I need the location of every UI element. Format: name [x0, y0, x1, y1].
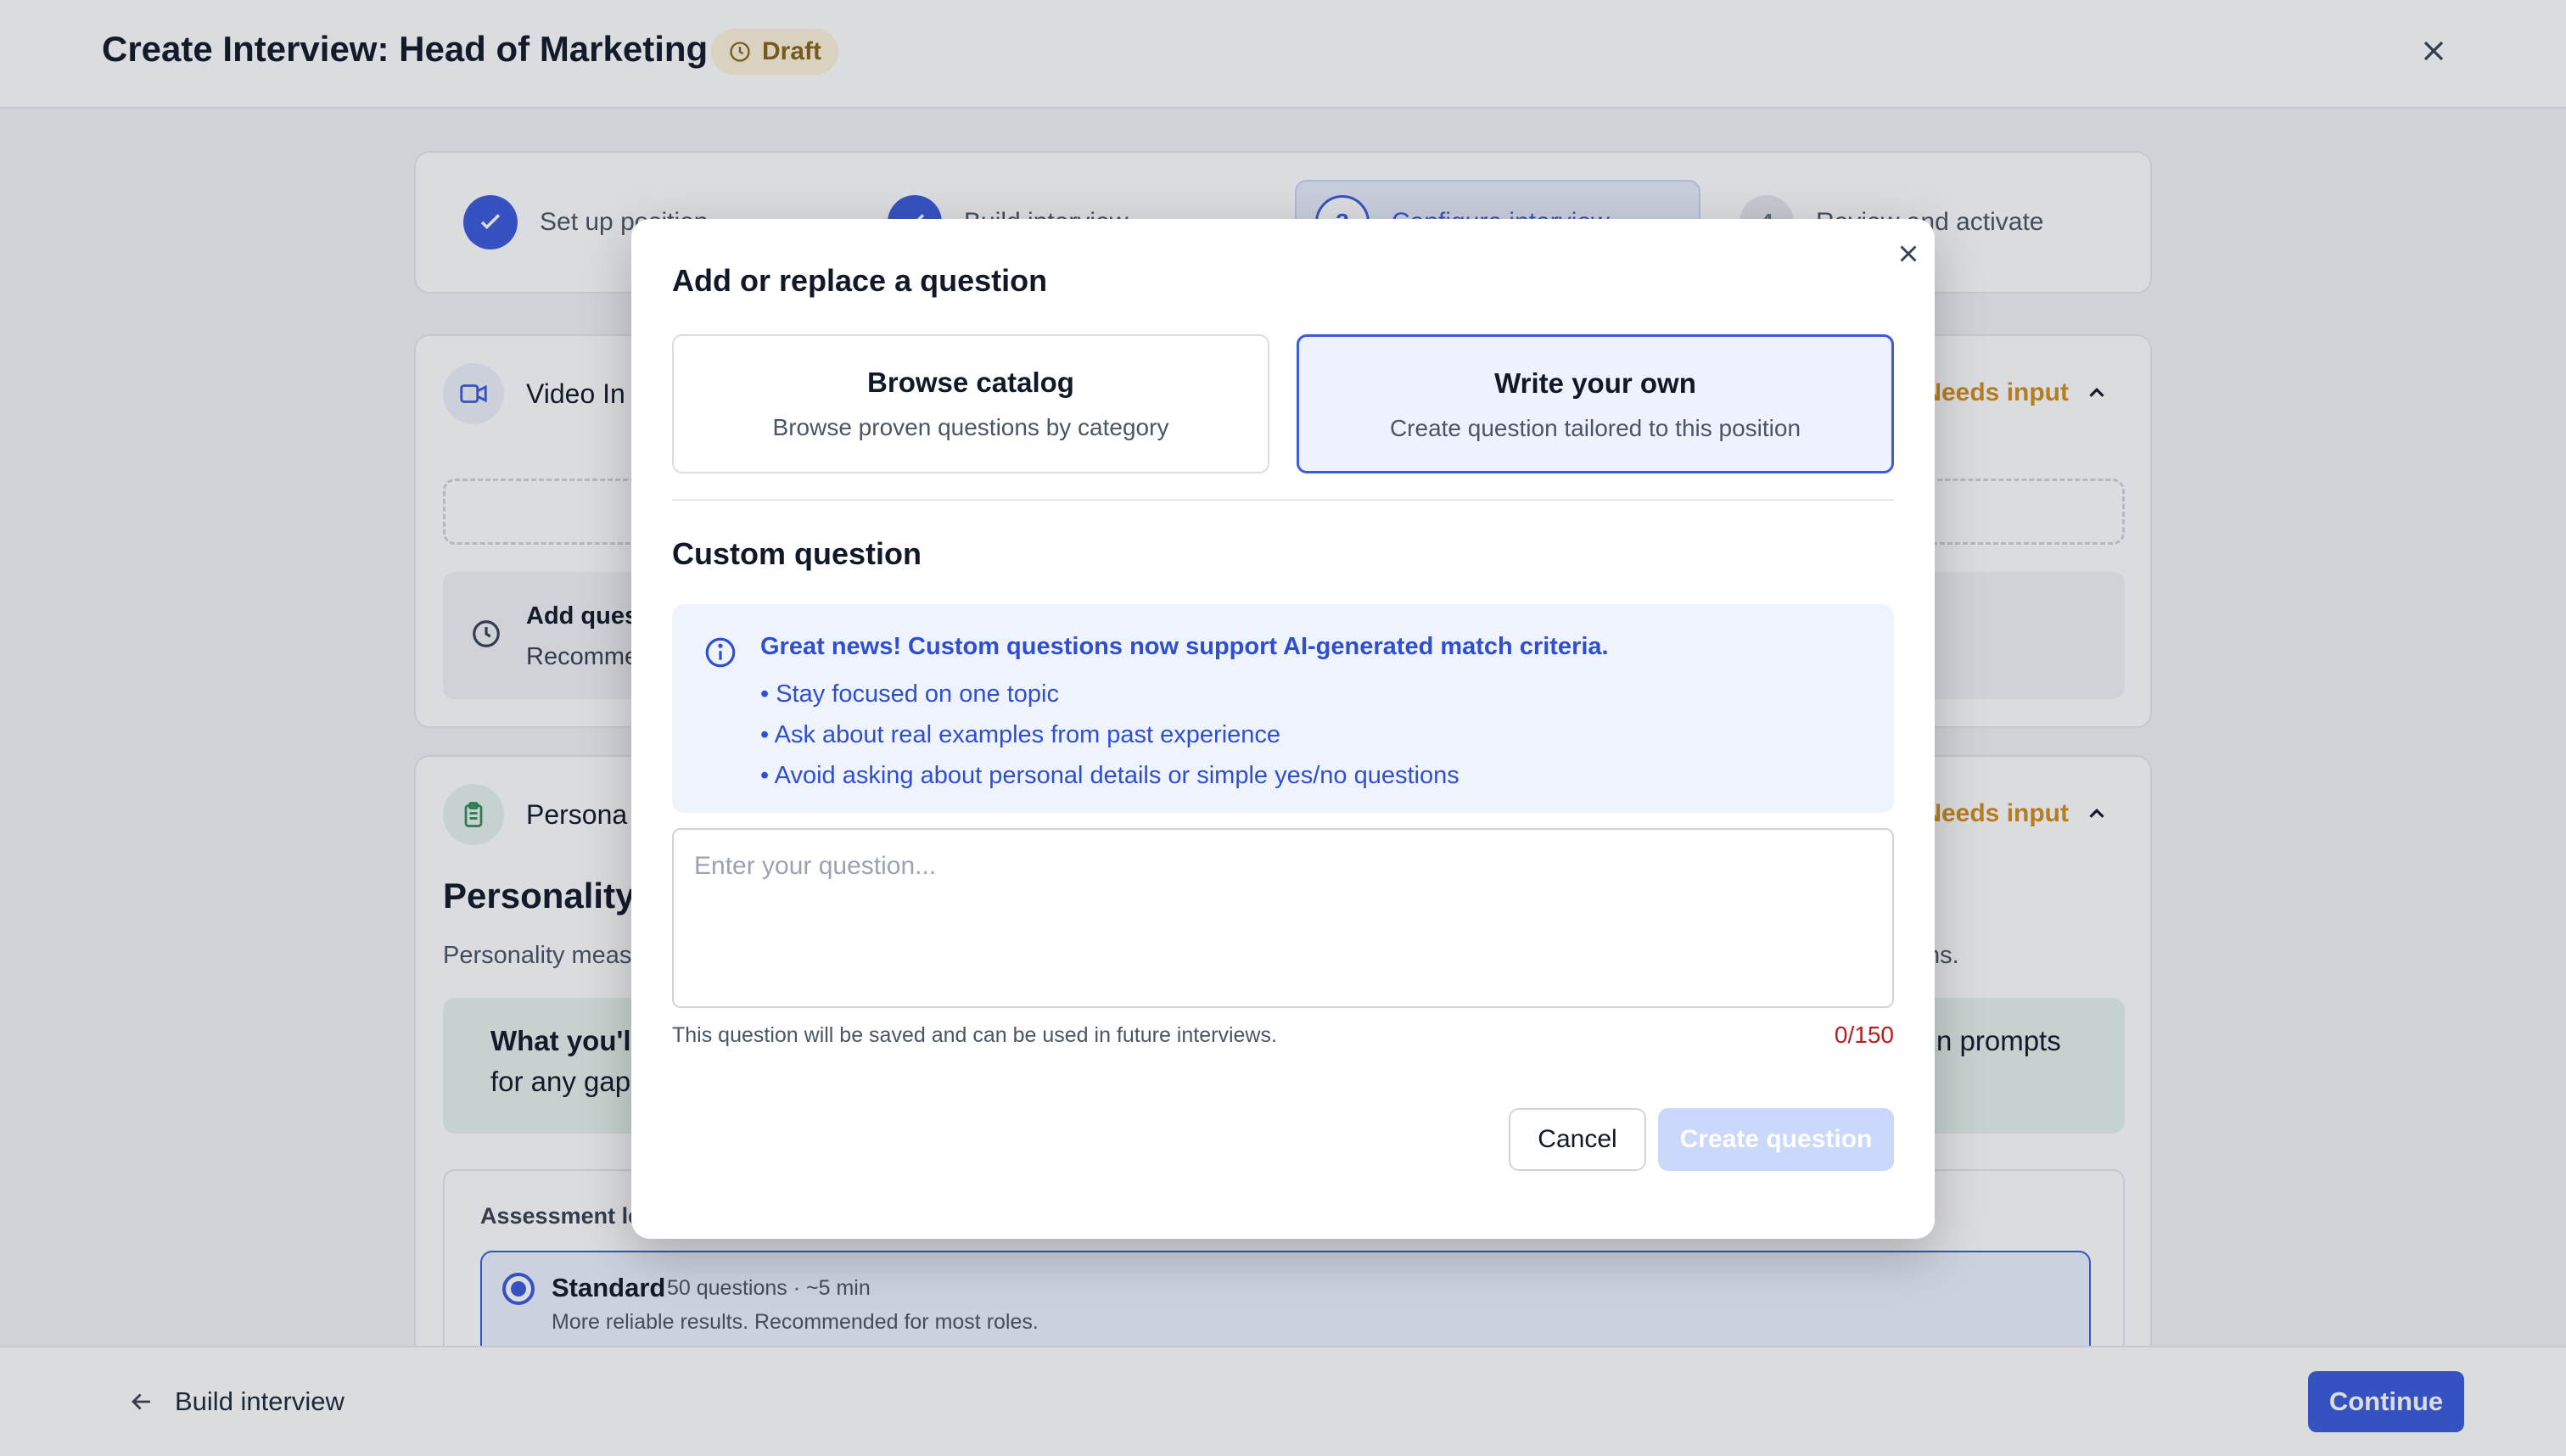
- browse-catalog-option[interactable]: Browse catalog Browse proven questions b…: [672, 334, 1269, 473]
- info-icon: [705, 637, 736, 668]
- helper-text: This question will be saved and can be u…: [672, 1023, 1277, 1047]
- info-bullet: Ask about real examples from past experi…: [760, 714, 1459, 755]
- write-your-own-option[interactable]: Write your own Create question tailored …: [1297, 334, 1894, 473]
- info-bullet: Stay focused on one topic: [760, 674, 1459, 714]
- modal-title: Add or replace a question: [672, 263, 1048, 298]
- option-subtitle: Browse proven questions by category: [772, 414, 1169, 440]
- question-input[interactable]: [672, 828, 1894, 1008]
- custom-question-heading: Custom question: [672, 536, 922, 571]
- close-icon[interactable]: [1894, 239, 1923, 268]
- info-headline: Great news! Custom questions now support…: [760, 633, 1609, 660]
- cancel-button[interactable]: Cancel: [1509, 1108, 1646, 1171]
- create-question-button[interactable]: Create question: [1658, 1108, 1894, 1171]
- option-title: Write your own: [1494, 367, 1696, 399]
- character-counter: 0/150: [1834, 1022, 1894, 1048]
- divider: [672, 499, 1894, 501]
- add-question-modal: Add or replace a question Browse catalog…: [631, 219, 1935, 1239]
- option-subtitle: Create question tailored to this positio…: [1389, 415, 1801, 441]
- option-title: Browse catalog: [867, 367, 1074, 398]
- info-callout: Great news! Custom questions now support…: [672, 604, 1894, 813]
- info-bullet: Avoid asking about personal details or s…: [760, 755, 1459, 796]
- info-bullets: Stay focused on one topic Ask about real…: [760, 674, 1459, 796]
